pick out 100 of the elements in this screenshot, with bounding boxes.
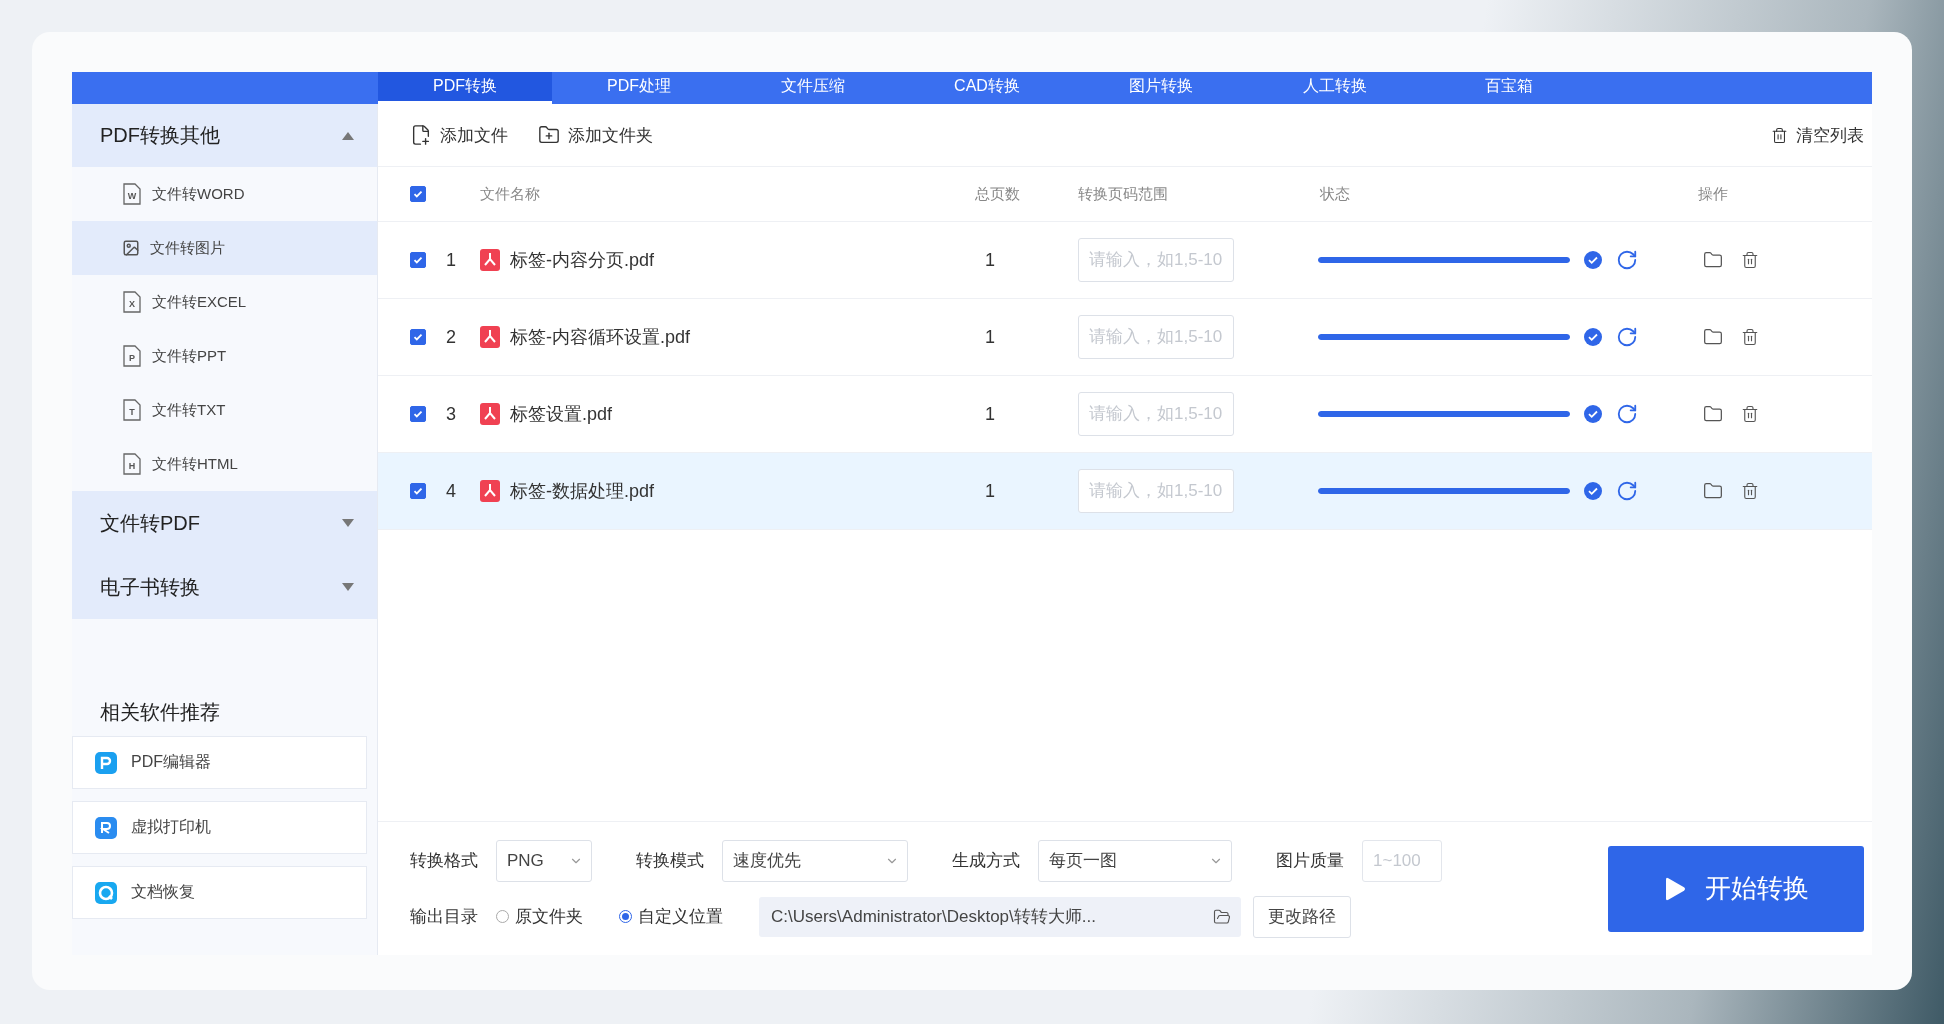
file-icon: W: [122, 183, 142, 205]
nav-tab[interactable]: CAD转换: [900, 72, 1074, 104]
nav-tab[interactable]: 图片转换: [1074, 72, 1248, 104]
row-number: 3: [446, 403, 457, 425]
page-count: 1: [984, 249, 996, 271]
retry-icon[interactable]: [1616, 480, 1638, 502]
sidebar-item[interactable]: X 文件转EXCEL: [72, 275, 377, 329]
file-plus-icon: [410, 124, 432, 146]
file-name: 标签-内容循环设置.pdf: [510, 326, 691, 349]
group-title: PDF转换其他: [100, 123, 220, 148]
file-row[interactable]: 4 标签-数据处理.pdf 1 请输入，如1,5-10: [378, 453, 1872, 530]
play-icon: [1663, 875, 1687, 902]
radio-label: 自定义位置: [638, 906, 723, 928]
format-select[interactable]: PNG: [496, 839, 592, 882]
folder-icon[interactable]: [1703, 250, 1723, 270]
file-icon: H: [122, 453, 142, 475]
file-name: 标签设置.pdf: [510, 403, 613, 426]
radio-label: 原文件夹: [515, 906, 583, 928]
folder-icon[interactable]: [1703, 481, 1723, 501]
row-checkbox[interactable]: [410, 406, 426, 422]
path-text: C:\Users\Administrator\Desktop\转转大师...: [771, 906, 1096, 928]
sidebar-item[interactable]: P 文件转PPT: [72, 329, 377, 383]
file-icon: P: [122, 345, 142, 367]
change-path-button[interactable]: 更改路径: [1253, 895, 1351, 938]
page-range-field[interactable]: 请输入，如1,5-10: [1078, 315, 1234, 359]
sidebar-group-header[interactable]: 电子书转换: [72, 555, 377, 619]
sidebar-item[interactable]: W 文件转WORD: [72, 167, 377, 221]
row-checkbox[interactable]: [410, 483, 426, 499]
caret-down-icon[interactable]: [341, 582, 355, 592]
app-link[interactable]: PDF编辑器: [72, 736, 367, 789]
group-title: 电子书转换: [100, 574, 200, 600]
add-file-button[interactable]: 添加文件: [410, 123, 508, 147]
row-checkbox[interactable]: [410, 329, 426, 345]
nav-tab[interactable]: 人工转换: [1248, 72, 1422, 104]
row-number: 2: [446, 326, 457, 348]
field-label: 转换格式: [410, 850, 478, 872]
trash-icon[interactable]: [1741, 482, 1759, 500]
nav-tab[interactable]: 文件压缩: [726, 72, 900, 104]
start-convert-button[interactable]: 开始转换: [1608, 845, 1864, 932]
checkmark-icon: [412, 331, 424, 343]
row-number: 1: [446, 249, 457, 271]
page-count: 1: [984, 403, 996, 425]
caret-up-icon[interactable]: [341, 130, 355, 141]
retry-icon[interactable]: [1616, 249, 1638, 271]
page-count: 1: [984, 326, 996, 348]
mode-select[interactable]: 速度优先: [722, 839, 908, 882]
field-label: 转换模式: [636, 850, 704, 872]
editor-app-icon: [95, 751, 117, 774]
image-icon: [122, 239, 140, 257]
checkmark-icon: [412, 254, 424, 266]
check-circle-icon: [1584, 482, 1602, 500]
column-header: 总页数: [975, 184, 1021, 204]
page-range-field[interactable]: 请输入，如1,5-10: [1078, 238, 1234, 282]
trash-icon[interactable]: [1741, 405, 1759, 423]
check-circle-icon: [1584, 328, 1602, 346]
quality-field[interactable]: 1~100: [1362, 839, 1442, 882]
sidebar-group-header[interactable]: 文件转PDF: [72, 491, 377, 555]
trash-icon: [1771, 126, 1788, 144]
folder-icon[interactable]: [1703, 327, 1723, 347]
radio-option[interactable]: 自定义位置: [619, 905, 723, 928]
output-path-field[interactable]: C:\Users\Administrator\Desktop\转转大师...: [759, 896, 1241, 937]
sidebar-item[interactable]: H 文件转HTML: [72, 437, 377, 491]
sidebar-group-header[interactable]: PDF转换其他: [72, 104, 377, 167]
row-number: 4: [446, 480, 457, 502]
retry-icon[interactable]: [1616, 403, 1638, 425]
folder-plus-icon: [538, 124, 560, 146]
nav-tab[interactable]: PDF处理: [552, 72, 726, 104]
checkmark-icon: [412, 408, 424, 420]
group-title: 文件转PDF: [100, 510, 200, 536]
folder-open-icon[interactable]: [1213, 907, 1231, 926]
caret-down-icon[interactable]: [341, 518, 355, 528]
section-title: 相关软件推荐: [100, 700, 221, 725]
generate-select[interactable]: 每页一图: [1038, 839, 1232, 882]
file-name: 标签-内容分页.pdf: [510, 249, 655, 272]
pdf-icon: [480, 326, 500, 348]
page-count: 1: [984, 480, 996, 502]
select-all-checkbox[interactable]: [410, 186, 426, 202]
nav-tab[interactable]: PDF转换: [378, 72, 552, 104]
folder-icon[interactable]: [1703, 404, 1723, 424]
sidebar-item[interactable]: T 文件转TXT: [72, 383, 377, 437]
trash-icon[interactable]: [1741, 251, 1759, 269]
add-folder-button[interactable]: 添加文件夹: [538, 123, 653, 147]
sidebar-item[interactable]: 文件转图片: [72, 221, 377, 275]
retry-icon[interactable]: [1616, 326, 1638, 348]
app-link[interactable]: 文档恢复: [72, 866, 367, 919]
page-range-field[interactable]: 请输入，如1,5-10: [1078, 392, 1234, 436]
file-icon: X: [122, 291, 142, 313]
row-checkbox[interactable]: [410, 252, 426, 268]
field-label: 图片质量: [1276, 850, 1344, 872]
radio-option[interactable]: 原文件夹: [496, 905, 583, 928]
clear-list-button[interactable]: 清空列表: [1771, 123, 1864, 147]
checkmark-icon: [412, 188, 424, 200]
app-link[interactable]: 虚拟打印机: [72, 801, 367, 854]
nav-tab[interactable]: 百宝箱: [1422, 72, 1596, 104]
page-range-field[interactable]: 请输入，如1,5-10: [1078, 469, 1234, 513]
field-label: 输出目录: [410, 906, 478, 928]
pdf-icon: [480, 480, 500, 502]
pdf-icon: [480, 249, 500, 271]
pdf-icon: [480, 403, 500, 425]
trash-icon[interactable]: [1741, 328, 1759, 346]
